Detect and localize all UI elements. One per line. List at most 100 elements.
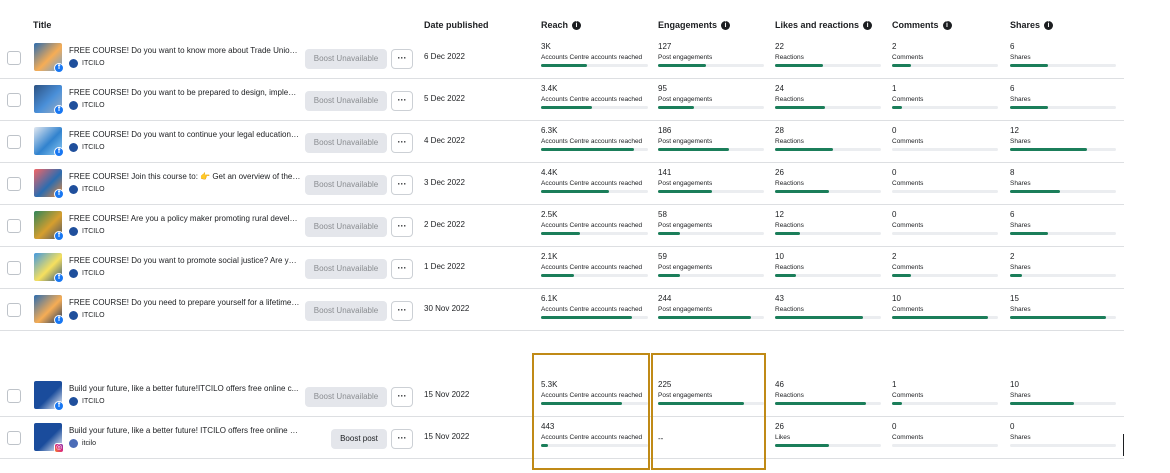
post-title[interactable]: Build your future, like a better future!…	[69, 384, 301, 393]
metric-likes[interactable]: 24 Reactions	[775, 84, 881, 109]
metric-comments[interactable]: 0 Comments	[892, 126, 998, 151]
metric-reach[interactable]: 6.3K Accounts Centre accounts reached	[541, 126, 648, 151]
row-checkbox[interactable]	[7, 135, 21, 149]
table-row[interactable]: f FREE COURSE! Do you want to know more a…	[0, 37, 1124, 79]
metric-reach[interactable]: 2.1K Accounts Centre accounts reached	[541, 252, 648, 277]
more-options-button[interactable]: ···	[391, 175, 413, 195]
info-icon[interactable]: i	[942, 20, 952, 30]
metric-likes[interactable]: 22 Reactions	[775, 42, 881, 67]
more-options-button[interactable]: ···	[391, 301, 413, 321]
metric-comments[interactable]: 0 Comments	[892, 168, 998, 193]
metric-shares[interactable]: 6 Shares	[1010, 210, 1116, 235]
table-row[interactable]: f FREE COURSE! Are you a policy maker pro…	[0, 205, 1124, 247]
row-checkbox[interactable]	[7, 431, 21, 445]
more-options-button[interactable]: ···	[391, 133, 413, 153]
info-icon[interactable]: i	[572, 20, 582, 30]
boost-unavailable-button[interactable]: Boost Unavailable	[305, 49, 387, 69]
more-options-button[interactable]: ···	[391, 91, 413, 111]
table-row[interactable]: f FREE COURSE! Do you want to continue yo…	[0, 121, 1124, 163]
metric-comments[interactable]: 0 Comments	[892, 210, 998, 235]
metric-comments[interactable]: 1 Comments	[892, 84, 998, 109]
metric-comments[interactable]: 10 Comments	[892, 294, 998, 319]
metric-reach[interactable]: 3K Accounts Centre accounts reached	[541, 42, 648, 67]
metric-reach[interactable]: 2.5K Accounts Centre accounts reached	[541, 210, 648, 235]
more-options-button[interactable]: ···	[391, 387, 413, 407]
metric-likes[interactable]: 12 Reactions	[775, 210, 881, 235]
post-title[interactable]: FREE COURSE! Join this course to: 👉 Get …	[69, 172, 301, 181]
boost-unavailable-button[interactable]: Boost Unavailable	[305, 217, 387, 237]
column-header-reach[interactable]: Reach i	[541, 20, 582, 30]
table-row[interactable]: f FREE COURSE! Do you want to be prepared…	[0, 79, 1124, 121]
post-title[interactable]: FREE COURSE! Do you want to be prepared …	[69, 88, 301, 97]
metric-shares[interactable]: 10 Shares	[1010, 380, 1116, 405]
metric-comments[interactable]: 1 Comments	[892, 380, 998, 405]
table-row[interactable]: f FREE COURSE! Do you want to promote soc…	[0, 247, 1124, 289]
column-header-engagements[interactable]: Engagements i	[658, 20, 731, 30]
row-checkbox[interactable]	[7, 219, 21, 233]
column-header-likes[interactable]: Likes and reactions i	[775, 20, 873, 30]
metric-likes[interactable]: 28 Reactions	[775, 126, 881, 151]
metric-shares[interactable]: 0 Shares	[1010, 422, 1116, 447]
metric-engagements[interactable]: 59 Post engagements	[658, 252, 764, 277]
row-checkbox[interactable]	[7, 303, 21, 317]
page-avatar	[69, 311, 78, 320]
post-title[interactable]: FREE COURSE! Do you want to continue you…	[69, 130, 301, 139]
info-icon[interactable]: i	[721, 20, 731, 30]
boost-unavailable-button[interactable]: Boost Unavailable	[305, 387, 387, 407]
metric-shares[interactable]: 2 Shares	[1010, 252, 1116, 277]
column-header-title[interactable]: Title	[33, 20, 51, 30]
metric-likes[interactable]: 43 Reactions	[775, 294, 881, 319]
boost-unavailable-button[interactable]: Boost Unavailable	[305, 259, 387, 279]
boost-unavailable-button[interactable]: Boost Unavailable	[305, 133, 387, 153]
metric-shares[interactable]: 15 Shares	[1010, 294, 1116, 319]
metric-likes[interactable]: 26 Likes	[775, 422, 881, 447]
metric-shares[interactable]: 8 Shares	[1010, 168, 1116, 193]
table-row[interactable]: f FREE COURSE! Do you need to prepare you…	[0, 289, 1124, 331]
metric-engagements[interactable]: 244 Post engagements	[658, 294, 764, 319]
metric-comments[interactable]: 2 Comments	[892, 252, 998, 277]
row-checkbox[interactable]	[7, 261, 21, 275]
metric-likes[interactable]: 10 Reactions	[775, 252, 881, 277]
metric-reach[interactable]: 3.4K Accounts Centre accounts reached	[541, 84, 648, 109]
metric-bar-track	[541, 316, 648, 319]
metric-shares[interactable]: 12 Shares	[1010, 126, 1116, 151]
more-options-button[interactable]: ···	[391, 429, 413, 449]
metric-engagements[interactable]: 186 Post engagements	[658, 126, 764, 151]
metric-comments[interactable]: 2 Comments	[892, 42, 998, 67]
post-title[interactable]: Build your future, like a better future!…	[69, 426, 301, 435]
info-icon[interactable]: i	[1044, 20, 1054, 30]
info-icon[interactable]: i	[863, 20, 873, 30]
more-options-button[interactable]: ···	[391, 259, 413, 279]
row-checkbox[interactable]	[7, 51, 21, 65]
post-title[interactable]: FREE COURSE! Do you want to promote soci…	[69, 256, 301, 265]
more-options-button[interactable]: ···	[391, 217, 413, 237]
boost-unavailable-button[interactable]: Boost Unavailable	[305, 301, 387, 321]
metric-comments[interactable]: 0 Comments	[892, 422, 998, 447]
row-checkbox[interactable]	[7, 177, 21, 191]
metric-engagements[interactable]: 95 Post engagements	[658, 84, 764, 109]
post-title[interactable]: FREE COURSE! Do you want to know more ab…	[69, 46, 301, 55]
row-checkbox[interactable]	[7, 389, 21, 403]
table-row[interactable]: f FREE COURSE! Join this course to: 👉 Get…	[0, 163, 1124, 205]
metric-engagements[interactable]: 58 Post engagements	[658, 210, 764, 235]
metric-likes[interactable]: 46 Reactions	[775, 380, 881, 405]
column-header-date[interactable]: Date published	[424, 20, 489, 30]
boost-unavailable-button[interactable]: Boost Unavailable	[305, 91, 387, 111]
more-options-button[interactable]: ···	[391, 49, 413, 69]
boost-post-button[interactable]: Boost post	[331, 429, 387, 449]
post-title[interactable]: FREE COURSE! Are you a policy maker prom…	[69, 214, 301, 223]
metric-value: 10	[775, 252, 784, 261]
metric-label: Post engagements	[658, 54, 713, 61]
column-header-shares[interactable]: Shares i	[1010, 20, 1054, 30]
metric-likes[interactable]: 26 Reactions	[775, 168, 881, 193]
boost-unavailable-button[interactable]: Boost Unavailable	[305, 175, 387, 195]
metric-engagements[interactable]: 127 Post engagements	[658, 42, 764, 67]
column-header-comments[interactable]: Comments i	[892, 20, 952, 30]
metric-shares[interactable]: 6 Shares	[1010, 42, 1116, 67]
metric-reach[interactable]: 4.4K Accounts Centre accounts reached	[541, 168, 648, 193]
metric-shares[interactable]: 6 Shares	[1010, 84, 1116, 109]
metric-engagements[interactable]: 141 Post engagements	[658, 168, 764, 193]
row-checkbox[interactable]	[7, 93, 21, 107]
metric-reach[interactable]: 6.1K Accounts Centre accounts reached	[541, 294, 648, 319]
post-title[interactable]: FREE COURSE! Do you need to prepare your…	[69, 298, 301, 307]
